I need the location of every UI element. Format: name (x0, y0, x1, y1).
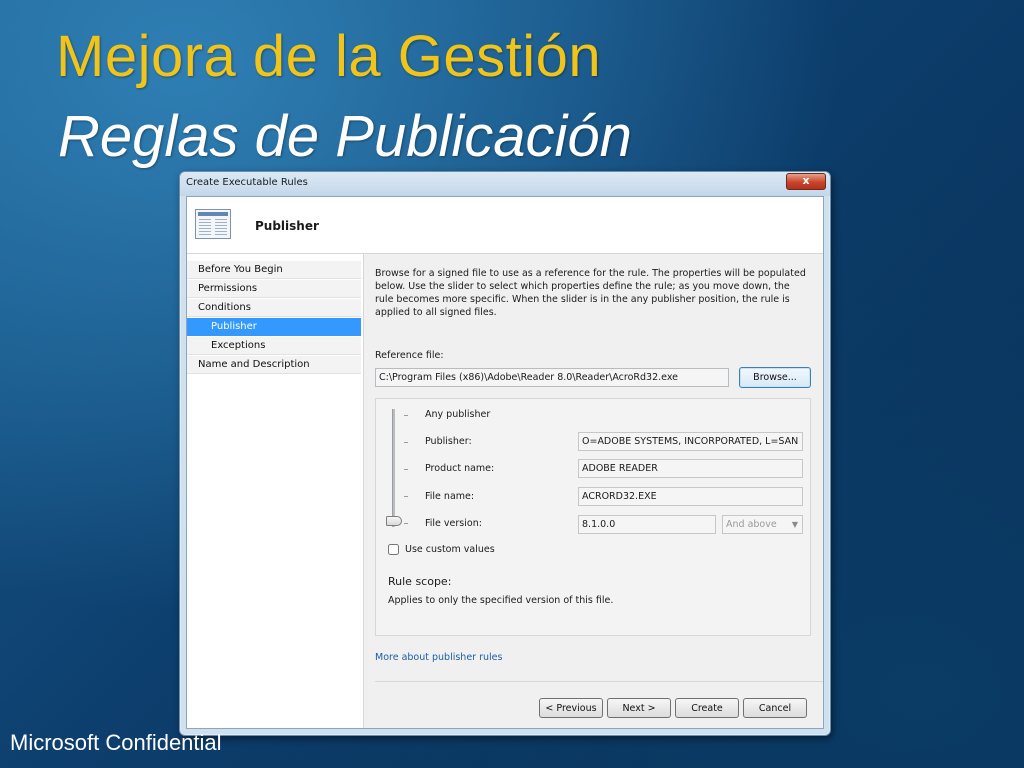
publisher-field[interactable] (578, 432, 803, 451)
publisher-page: Browse for a signed file to use as a ref… (375, 254, 823, 728)
reference-file-label: Reference file: (375, 350, 444, 361)
file-version-label: File version: (425, 518, 482, 529)
specificity-slider-track[interactable] (392, 409, 395, 527)
next-button[interactable]: Next > (607, 698, 671, 718)
page-description: Browse for a signed file to use as a ref… (375, 268, 806, 318)
properties-panel: Any publisher Publisher: Product name: F… (375, 398, 811, 636)
nav-item-permissions[interactable]: Permissions (187, 280, 361, 298)
slider-tick (404, 469, 408, 470)
any-publisher-label: Any publisher (425, 409, 491, 420)
rule-scope-text: Applies to only the specified version of… (388, 595, 614, 606)
reference-file-input[interactable] (375, 368, 729, 387)
browse-button[interactable]: Browse... (739, 367, 811, 388)
slider-tick (404, 415, 408, 416)
wizard-nav: Before You Begin Permissions Conditions … (187, 254, 364, 728)
product-name-label: Product name: (425, 463, 495, 474)
create-button[interactable]: Create (675, 698, 739, 718)
window-title: Create Executable Rules (186, 177, 308, 188)
slide-subtitle: Reglas de Publicación (58, 104, 632, 169)
nav-item-exceptions[interactable]: Exceptions (187, 337, 361, 355)
product-name-field[interactable] (578, 459, 803, 478)
chevron-down-icon: ▼ (791, 520, 798, 529)
rule-scope-title: Rule scope: (388, 575, 452, 588)
confidential-footer: Microsoft Confidential (10, 730, 222, 755)
rules-page-icon (195, 209, 231, 239)
slider-tick (404, 496, 408, 497)
version-operator-select[interactable]: And above ▼ (722, 515, 803, 534)
version-operator-value: And above (726, 519, 777, 530)
dialog-client-area: Publisher Before You Begin Permissions C… (186, 196, 824, 729)
publisher-label: Publisher: (425, 436, 472, 447)
nav-item-publisher[interactable]: Publisher (187, 318, 361, 336)
window-titlebar[interactable]: Create Executable Rules x (180, 172, 830, 196)
use-custom-values-checkbox[interactable] (388, 544, 399, 555)
slider-tick (404, 523, 408, 524)
file-name-field[interactable] (578, 487, 803, 506)
previous-button[interactable]: < Previous (539, 698, 603, 718)
create-executable-rules-dialog: Create Executable Rules x Publisher Befo… (179, 171, 831, 736)
wizard-header: Publisher (187, 197, 823, 254)
page-title: Publisher (255, 219, 319, 233)
specificity-slider-thumb[interactable] (386, 516, 402, 526)
more-about-publisher-rules-link[interactable]: More about publisher rules (375, 652, 502, 663)
use-custom-values-label: Use custom values (405, 544, 495, 555)
close-button[interactable]: x (786, 173, 826, 190)
file-version-field[interactable] (578, 515, 716, 534)
footer-divider (375, 681, 823, 682)
close-icon: x (802, 174, 810, 187)
slide-title: Mejora de la Gestión (56, 24, 602, 89)
slider-tick (404, 442, 408, 443)
cancel-button[interactable]: Cancel (743, 698, 807, 718)
nav-item-name-and-description[interactable]: Name and Description (187, 356, 361, 374)
nav-item-conditions[interactable]: Conditions (187, 299, 361, 317)
nav-item-before-you-begin[interactable]: Before You Begin (187, 261, 361, 279)
file-name-label: File name: (425, 491, 475, 502)
